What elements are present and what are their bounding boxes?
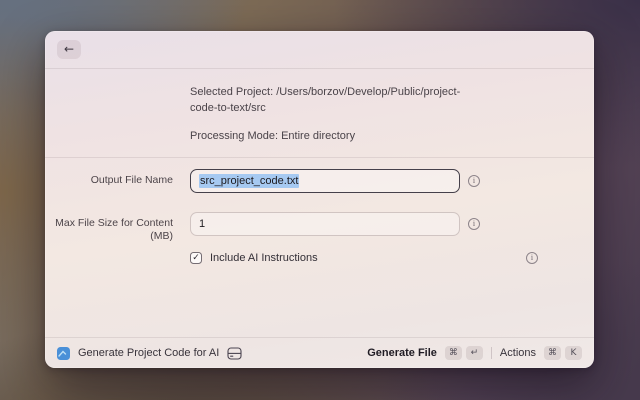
k-keycap: K	[565, 346, 582, 360]
info-icon[interactable]: i	[526, 252, 538, 264]
selected-input-text: src_project_code.txt	[199, 174, 300, 188]
max-size-value: 1	[199, 218, 206, 230]
max-size-input[interactable]: 1	[190, 212, 460, 236]
selected-project-text: Selected Project: /Users/borzov/Develop/…	[190, 86, 461, 114]
max-size-label: Max File Size for Content (MB)	[55, 217, 173, 242]
output-file-label: Output File Name	[90, 174, 173, 186]
form-fields: Output File Name src_project_code.txt i …	[45, 158, 594, 283]
output-file-row: Output File Name src_project_code.txt i	[45, 169, 594, 193]
max-size-row: Max File Size for Content (MB) 1 i	[45, 212, 594, 243]
info-icon[interactable]: i	[468, 218, 480, 230]
window-icon	[227, 346, 242, 360]
ai-instructions-row: ✓ Include AI Instructions i	[45, 252, 594, 264]
processing-mode-text: Processing Mode: Entire directory	[190, 130, 356, 142]
raycast-window: ← Selected Project: /Users/borzov/Develo…	[45, 31, 594, 368]
generate-file-button[interactable]: Generate File	[367, 347, 437, 359]
cmd-keycap: ⌘	[544, 346, 561, 360]
desktop-background: ← Selected Project: /Users/borzov/Develo…	[0, 0, 640, 400]
ai-instructions-checkbox[interactable]: ✓	[190, 252, 202, 264]
back-arrow-icon: ←	[63, 42, 75, 56]
back-button[interactable]: ←	[57, 40, 81, 59]
extension-icon	[57, 346, 70, 360]
window-header: ←	[45, 31, 594, 69]
return-keycap: ↵	[465, 346, 483, 360]
actions-button[interactable]: Actions	[500, 347, 536, 359]
command-title: Generate Project Code for AI	[78, 347, 220, 359]
form-description: Selected Project: /Users/borzov/Develop/…	[45, 69, 485, 144]
action-bar: Generate Project Code for AI Generate Fi…	[45, 337, 594, 368]
footer-divider	[490, 347, 492, 359]
ai-instructions-label: Include AI Instructions	[210, 252, 318, 264]
output-file-input[interactable]: src_project_code.txt	[190, 169, 460, 193]
info-icon[interactable]: i	[468, 175, 480, 187]
cmd-keycap: ⌘	[444, 346, 462, 360]
